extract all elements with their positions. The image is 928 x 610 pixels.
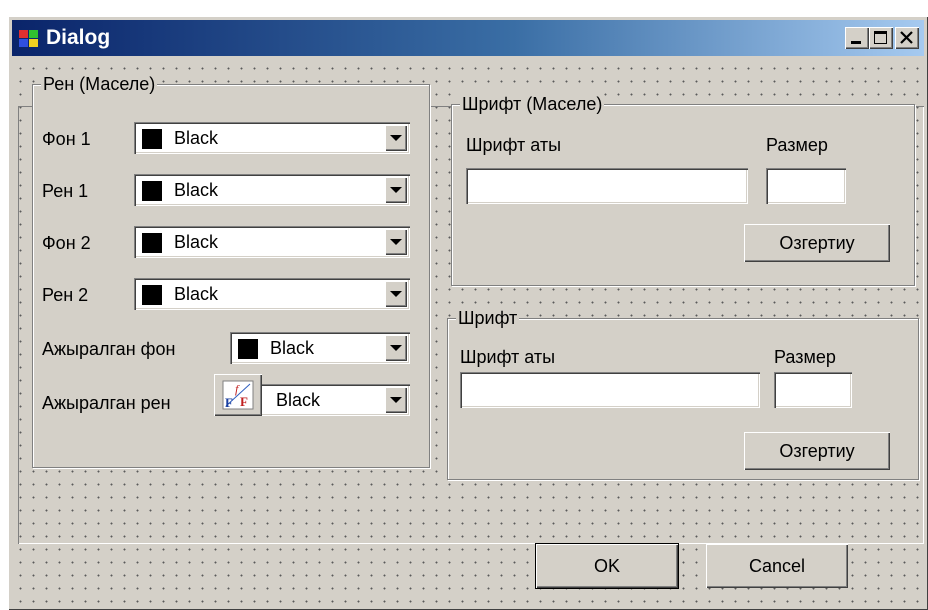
font-name-label: Шрифт аты [466,135,562,155]
combo-value: Black [270,338,315,358]
color-swatch [238,339,258,359]
chevron-down-icon [390,345,402,351]
chevron-down-icon [390,239,402,245]
font-name-label: Шрифт аты [460,347,556,367]
font-size-label: Размер [774,347,836,367]
dialog-window: Dialog Рен (Маселе) Фон 1 Black Рен 1 Bl… [8,16,928,610]
color2-combo[interactable]: Black [134,278,410,310]
color-row-label: Ажыралган фон [42,339,176,359]
color-row-label: Фон 1 [42,129,91,149]
color-row-label: Рен 1 [42,181,89,201]
font-size-label: Размер [766,135,828,155]
close-icon [900,31,913,44]
chevron-down-icon [390,187,402,193]
color-swatch [142,129,162,149]
font-group-title: Шрифт (Маселе) [460,93,605,115]
combo-value: Black [174,128,219,148]
combo-value: Black [174,284,219,304]
font-color-button[interactable]: F f F [214,374,262,416]
color-row-label: Рен 2 [42,285,89,305]
font-name-input[interactable] [466,168,748,204]
color-group-title: Рен (Маселе) [41,73,158,95]
font-size-input[interactable] [774,372,852,408]
title-bar[interactable]: Dialog [12,20,924,56]
maximize-button[interactable] [869,27,893,49]
change-font-button[interactable]: Озгертиу [744,432,890,470]
minimize-icon [851,41,861,44]
color-swatch [142,181,162,201]
chevron-down-icon [390,397,402,403]
color-swatch [142,285,162,305]
dropdown-arrow[interactable] [385,335,407,361]
svg-text:F: F [225,395,233,410]
app-icon [19,30,38,47]
font-group-title: Шрифт [456,307,520,329]
color-row-label: Фон 2 [42,233,91,253]
background2-combo[interactable]: Black [134,226,410,258]
svg-text:F: F [240,394,248,409]
chevron-down-icon [390,135,402,141]
font-size-input[interactable] [766,168,846,204]
dropdown-arrow[interactable] [385,281,407,307]
font-color-icon: F f F [222,380,254,410]
dropdown-arrow[interactable] [385,387,407,413]
minimize-button[interactable] [845,27,869,49]
cancel-button[interactable]: Cancel [706,544,848,588]
highlight-background-combo[interactable]: Black [230,332,410,364]
combo-value: Black [174,180,219,200]
dropdown-arrow[interactable] [385,125,407,151]
font-name-input[interactable] [460,372,760,408]
background1-combo[interactable]: Black [134,122,410,154]
maximize-icon [874,31,887,44]
chevron-down-icon [390,291,402,297]
color-swatch [142,233,162,253]
change-font-button[interactable]: Озгертиу [744,224,890,262]
ok-button[interactable]: OK [536,544,678,588]
close-button[interactable] [895,27,919,49]
combo-value: Black [276,390,321,410]
dropdown-arrow[interactable] [385,229,407,255]
color-row-label: Ажыралган рен [42,393,171,413]
dialog-client-area: Рен (Маселе) Фон 1 Black Рен 1 Black Фон… [14,62,922,606]
combo-value: Black [174,232,219,252]
dropdown-arrow[interactable] [385,177,407,203]
window-title: Dialog [46,26,111,49]
color1-combo[interactable]: Black [134,174,410,206]
